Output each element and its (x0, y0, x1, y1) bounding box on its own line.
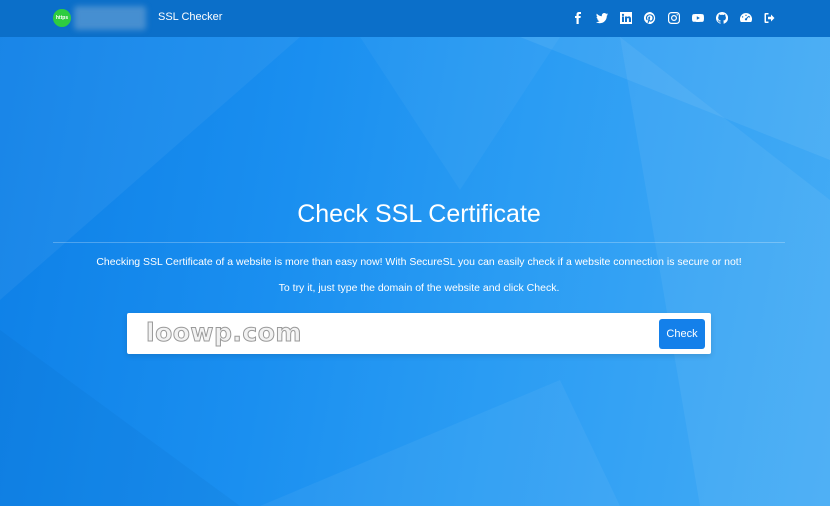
page-title: Check SSL Certificate (297, 200, 541, 228)
description-text: Checking SSL Certificate of a website is… (96, 256, 742, 268)
brand-logo[interactable]: https (53, 9, 71, 27)
youtube-icon[interactable] (690, 10, 706, 26)
domain-input[interactable] (135, 318, 655, 349)
twitter-icon[interactable] (594, 10, 610, 26)
navbar: https SSL Checker (0, 0, 830, 37)
social-links (570, 10, 778, 26)
hero-background (0, 0, 830, 506)
linkedin-icon[interactable] (618, 10, 634, 26)
facebook-icon[interactable] (570, 10, 586, 26)
github-icon[interactable] (714, 10, 730, 26)
logout-icon[interactable] (762, 10, 778, 26)
dashboard-icon[interactable] (738, 10, 754, 26)
instruction-text: To try it, just type the domain of the w… (278, 282, 560, 294)
domain-search-box (127, 313, 711, 354)
instagram-icon[interactable] (666, 10, 682, 26)
background-shapes (0, 37, 830, 506)
pinterest-icon[interactable] (642, 10, 658, 26)
app-title[interactable]: SSL Checker (158, 11, 222, 23)
divider (53, 242, 785, 243)
brand-name-blurred (74, 6, 146, 30)
check-button[interactable]: Check (659, 319, 705, 349)
